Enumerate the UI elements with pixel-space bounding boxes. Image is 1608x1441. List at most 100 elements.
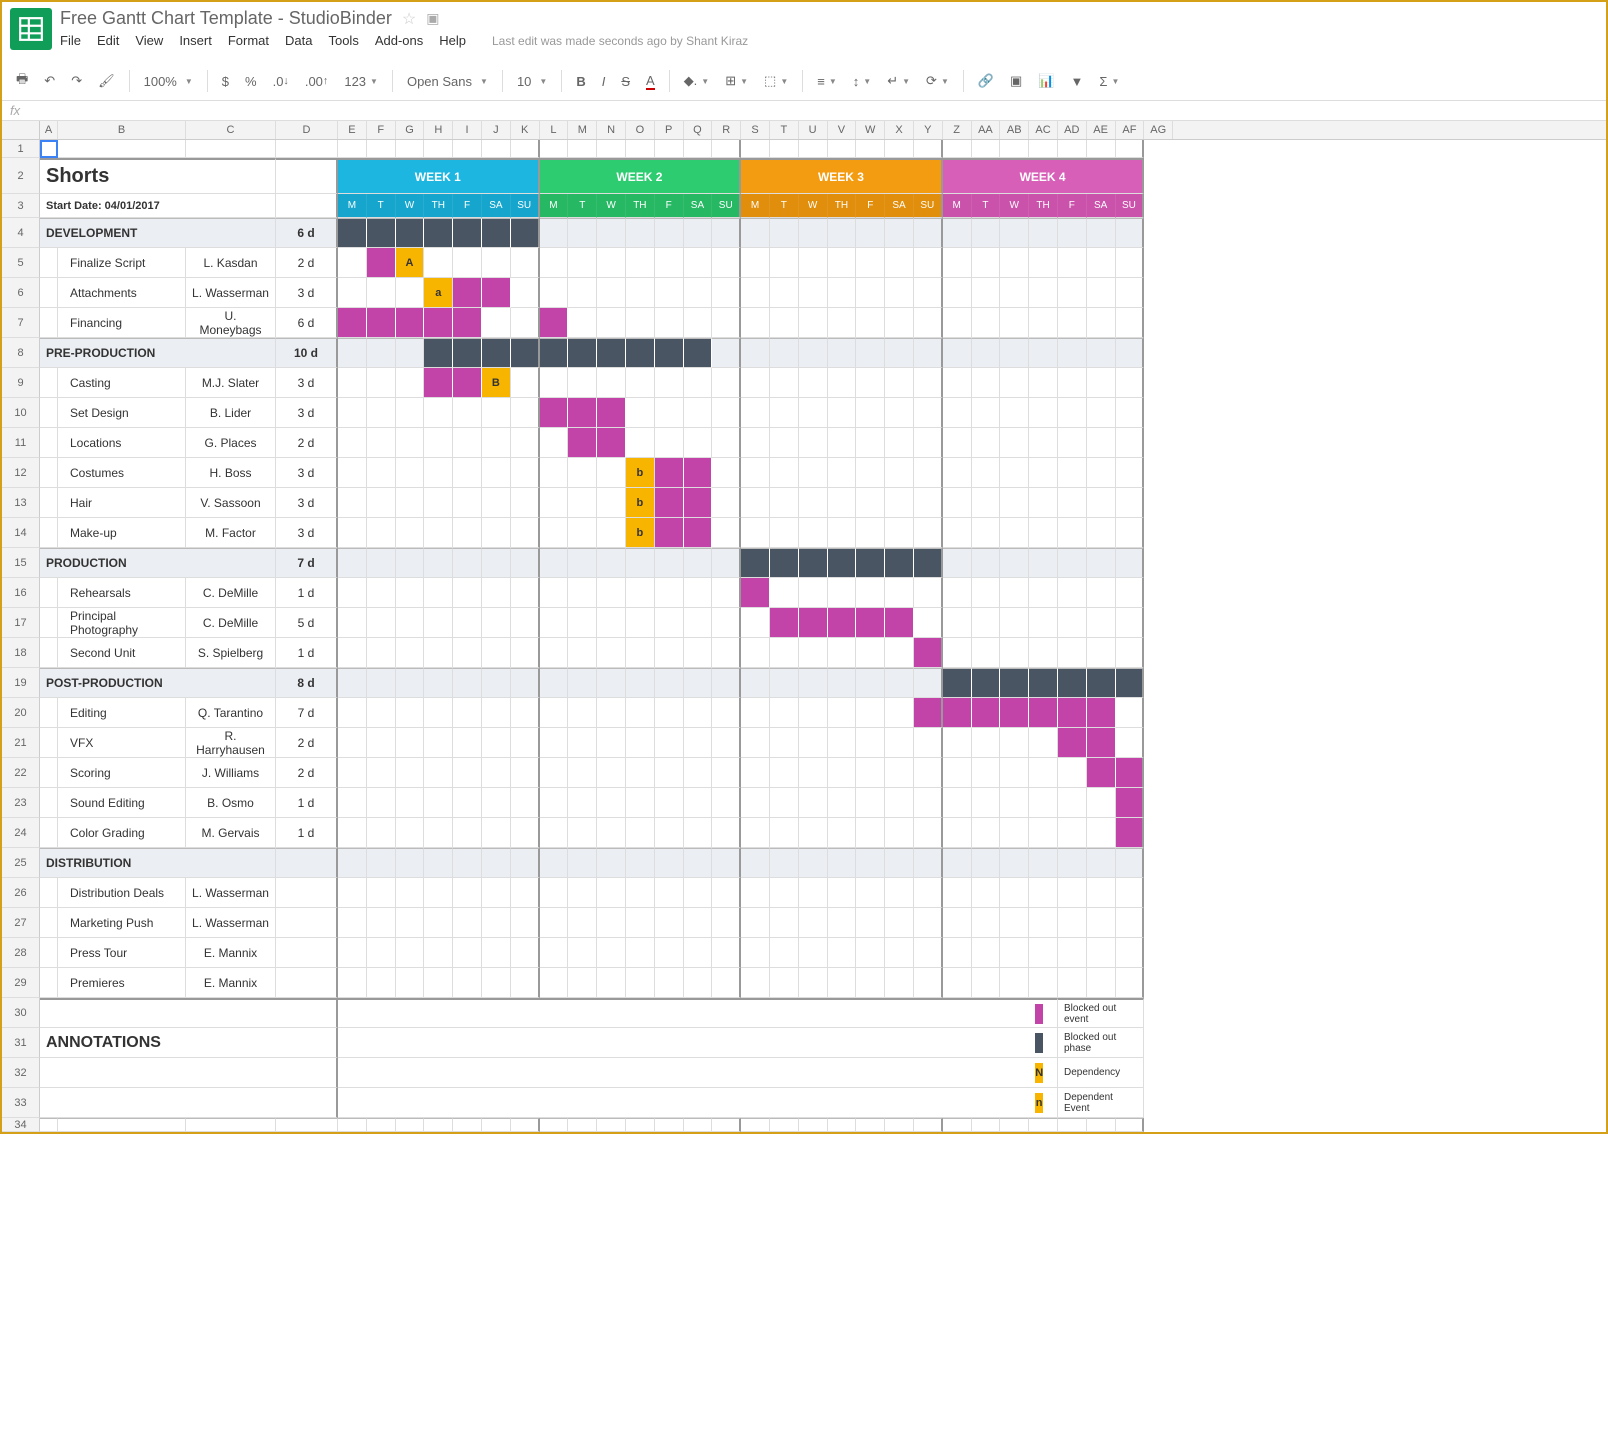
gantt-cell[interactable]: [856, 458, 885, 488]
gantt-cell[interactable]: [770, 578, 799, 608]
task-owner[interactable]: U. Moneybags: [186, 308, 276, 338]
task-name[interactable]: Hair: [58, 488, 186, 518]
gantt-cell[interactable]: [568, 518, 597, 548]
gantt-cell[interactable]: [914, 428, 943, 458]
gantt-cell[interactable]: [626, 578, 655, 608]
task-name[interactable]: Make-up: [58, 518, 186, 548]
gantt-cell[interactable]: [1058, 938, 1087, 968]
paint-format-icon[interactable]: 🖌: [92, 69, 121, 93]
gantt-cell[interactable]: [712, 698, 741, 728]
gantt-cell[interactable]: [338, 698, 367, 728]
row-header[interactable]: 17: [2, 608, 40, 638]
gantt-cell[interactable]: [972, 488, 1001, 518]
gantt-cell[interactable]: [712, 278, 741, 308]
gantt-cell[interactable]: [1029, 548, 1058, 578]
gantt-cell[interactable]: [770, 848, 799, 878]
gantt-cell[interactable]: [943, 308, 972, 338]
gantt-cell[interactable]: [712, 578, 741, 608]
h-align-icon[interactable]: ≡▼: [811, 70, 843, 93]
row-header[interactable]: 3: [2, 194, 40, 218]
gantt-cell[interactable]: [1029, 788, 1058, 818]
gantt-cell[interactable]: [482, 578, 511, 608]
gantt-cell[interactable]: [367, 728, 396, 758]
gantt-cell[interactable]: [655, 278, 684, 308]
row-header[interactable]: 31: [2, 1028, 40, 1058]
gantt-cell[interactable]: [396, 1118, 425, 1132]
task-duration[interactable]: [276, 968, 338, 998]
gantt-cell[interactable]: [972, 458, 1001, 488]
gantt-cell[interactable]: [828, 608, 857, 638]
gantt-cell[interactable]: [655, 368, 684, 398]
task-duration[interactable]: 1 d: [276, 578, 338, 608]
task-duration[interactable]: 2 d: [276, 248, 338, 278]
gantt-cell[interactable]: [511, 698, 540, 728]
gantt-cell[interactable]: [972, 818, 1001, 848]
gantt-cell[interactable]: [655, 518, 684, 548]
gantt-cell[interactable]: [770, 398, 799, 428]
gantt-cell[interactable]: [597, 458, 626, 488]
menu-data[interactable]: Data: [285, 33, 312, 48]
gantt-cell[interactable]: [540, 728, 569, 758]
gantt-cell[interactable]: B: [482, 368, 511, 398]
gantt-cell[interactable]: [453, 878, 482, 908]
row-header[interactable]: 14: [2, 518, 40, 548]
star-icon[interactable]: ☆: [402, 9, 416, 29]
gantt-cell[interactable]: [1029, 398, 1058, 428]
gantt-cell[interactable]: [684, 368, 713, 398]
gantt-cell[interactable]: [511, 668, 540, 698]
gantt-cell[interactable]: [655, 398, 684, 428]
gantt-cell[interactable]: [568, 908, 597, 938]
gantt-cell[interactable]: [885, 308, 914, 338]
task-owner[interactable]: L. Wasserman: [186, 908, 276, 938]
gantt-cell[interactable]: [338, 368, 367, 398]
gantt-cell[interactable]: b: [626, 458, 655, 488]
chart-icon[interactable]: 📊: [1032, 69, 1060, 93]
gantt-cell[interactable]: [511, 938, 540, 968]
gantt-cell[interactable]: [885, 1118, 914, 1132]
gantt-cell[interactable]: [453, 308, 482, 338]
gantt-cell[interactable]: [453, 578, 482, 608]
cell[interactable]: [40, 908, 58, 938]
gantt-cell[interactable]: [367, 398, 396, 428]
gantt-cell[interactable]: [655, 698, 684, 728]
gantt-cell[interactable]: [1058, 458, 1087, 488]
gantt-cell[interactable]: [511, 758, 540, 788]
gantt-cell[interactable]: [856, 968, 885, 998]
gantt-cell[interactable]: [684, 788, 713, 818]
gantt-cell[interactable]: [424, 458, 453, 488]
gantt-cell[interactable]: [943, 758, 972, 788]
gantt-cell[interactable]: [540, 140, 569, 158]
col-header[interactable]: W: [856, 121, 885, 139]
gantt-cell[interactable]: [511, 428, 540, 458]
gantt-cell[interactable]: [828, 338, 857, 368]
gantt-cell[interactable]: [1087, 758, 1116, 788]
row-header[interactable]: 33: [2, 1088, 40, 1118]
gantt-cell[interactable]: [712, 608, 741, 638]
row-header[interactable]: 2: [2, 158, 40, 194]
gantt-cell[interactable]: [712, 218, 741, 248]
gantt-cell[interactable]: [511, 608, 540, 638]
gantt-cell[interactable]: [828, 428, 857, 458]
link-icon[interactable]: 🔗: [972, 69, 1000, 93]
gantt-cell[interactable]: [770, 878, 799, 908]
gantt-cell[interactable]: [597, 368, 626, 398]
gantt-cell[interactable]: [540, 548, 569, 578]
strike-icon[interactable]: S: [615, 70, 636, 93]
gantt-cell[interactable]: [540, 248, 569, 278]
gantt-cell[interactable]: [1058, 848, 1087, 878]
gantt-cell[interactable]: [1087, 248, 1116, 278]
gantt-cell[interactable]: [626, 968, 655, 998]
task-owner[interactable]: R. Harryhausen: [186, 728, 276, 758]
task-owner[interactable]: Q. Tarantino: [186, 698, 276, 728]
gantt-cell[interactable]: [799, 848, 828, 878]
folder-icon[interactable]: ▣: [426, 10, 439, 27]
gantt-cell[interactable]: [1029, 608, 1058, 638]
gantt-cell[interactable]: [1058, 788, 1087, 818]
gantt-cell[interactable]: [828, 728, 857, 758]
gantt-cell[interactable]: [453, 608, 482, 638]
gantt-cell[interactable]: [972, 1118, 1001, 1132]
gantt-cell[interactable]: [1116, 548, 1145, 578]
gantt-cell[interactable]: [914, 848, 943, 878]
gantt-cell[interactable]: [914, 140, 943, 158]
cell[interactable]: [40, 938, 58, 968]
